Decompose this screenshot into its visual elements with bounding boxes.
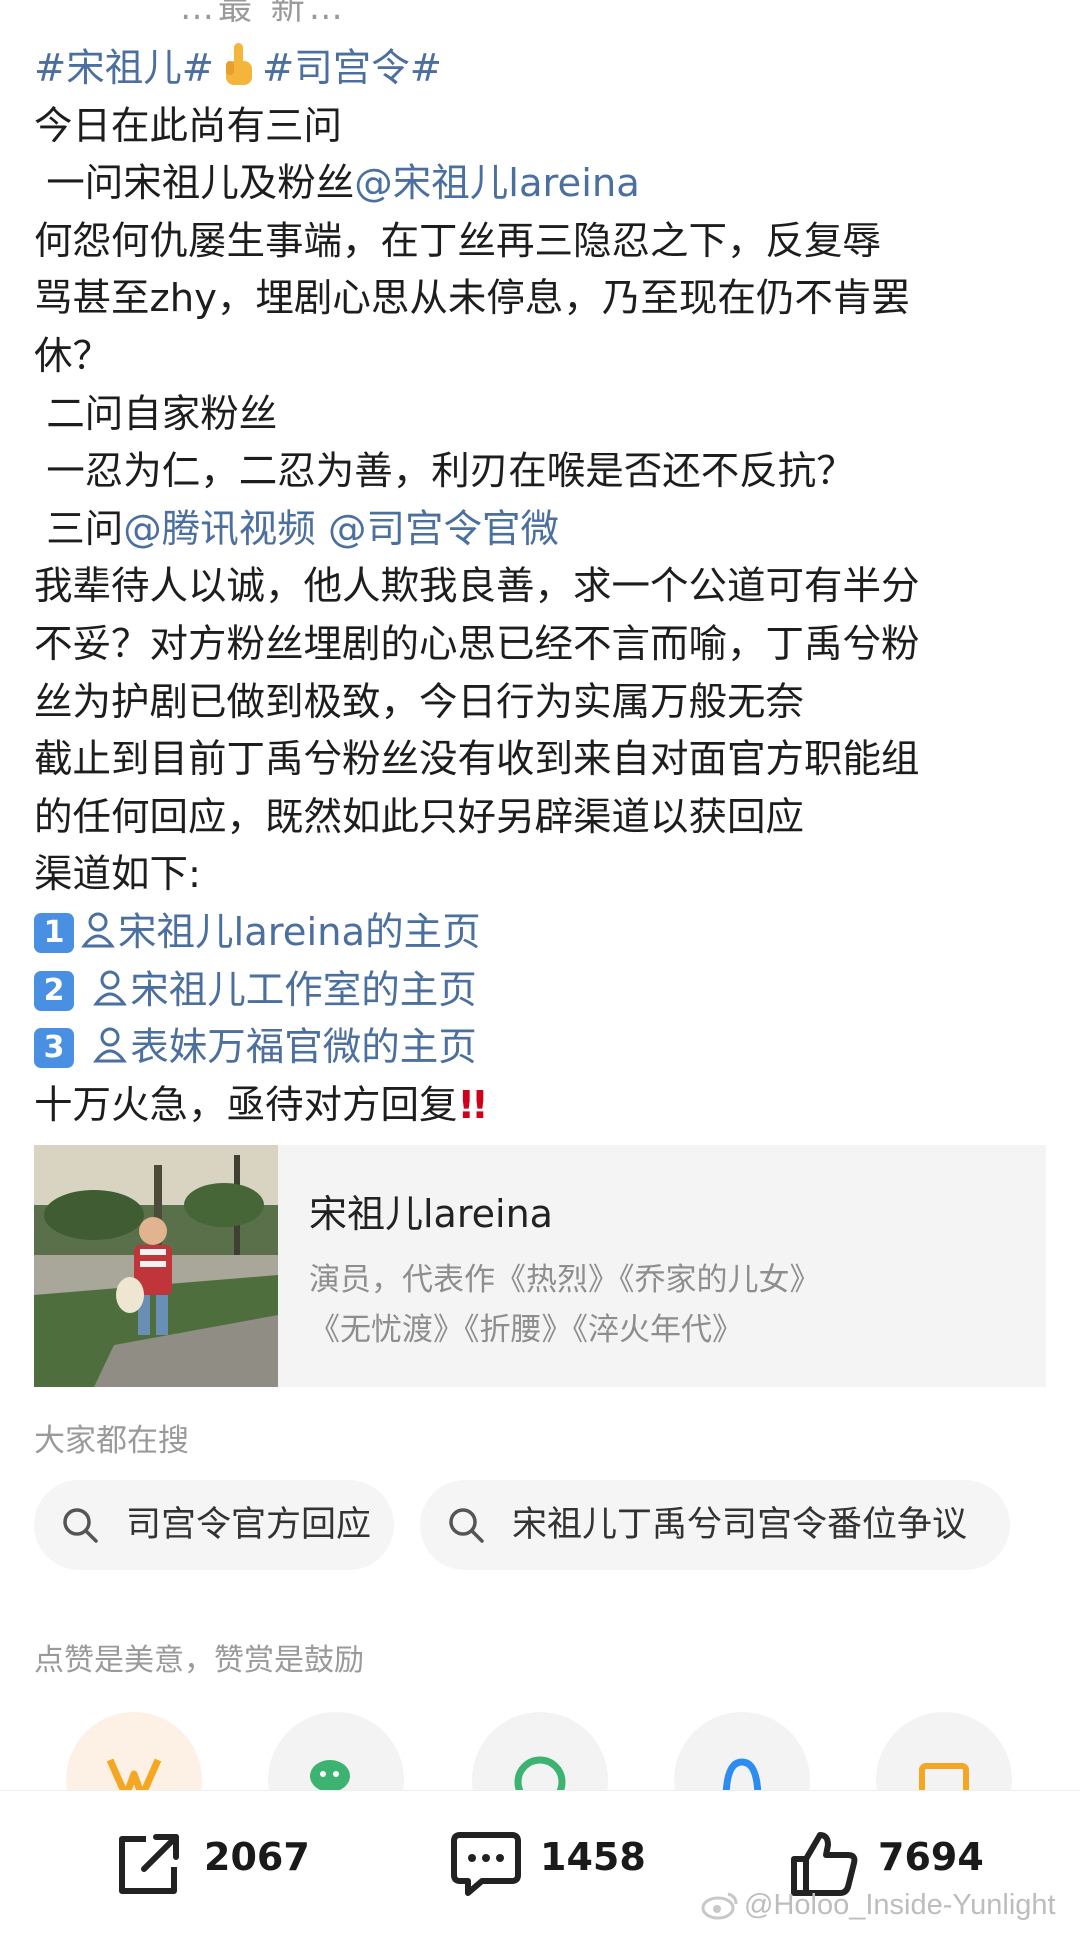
mention-sigongling[interactable]: @司宫令官微 <box>328 507 559 552</box>
search-chip-2[interactable]: 宋祖儿丁禹兮司宫令番位争议 <box>420 1480 1010 1570</box>
post-line: 一忍为仁，二忍为善，利刃在喉是否还不反抗？ <box>34 449 855 495</box>
number-badge: 2 <box>34 970 74 1011</box>
post-line: 截止到目前丁禹兮粉丝没有收到来自对面官方职能组 <box>34 737 920 783</box>
hashtag-sigongling[interactable]: #司宫令# <box>262 46 442 91</box>
post-line: 何怨何仇屡生事端，在丁丝再三隐忍之下，反复辱 <box>34 218 882 264</box>
watermark: @Holoo_Inside-Yunlight <box>700 1888 1056 1922</box>
post-line: 我辈待人以诚，他人欺我良善，求一个公道可有半分 <box>34 564 920 610</box>
profile-name: 宋祖儿lareina <box>309 1192 553 1236</box>
like-count: 7694 <box>878 1835 984 1879</box>
hashtag-song[interactable]: #宋祖儿# <box>34 46 214 91</box>
number-badge: 1 <box>34 912 74 953</box>
weibo-logo-icon <box>701 1892 738 1920</box>
double-exclamation-icon: !! <box>457 1082 489 1128</box>
closing-line: 十万火急，亟待对方回复!! <box>34 1082 489 1128</box>
post-body: #宋祖儿# #司宫令# 今日在此尚有三问 一问宋祖儿及粉丝@宋祖儿lareina … <box>34 40 1054 1134</box>
person-icon <box>93 1027 128 1063</box>
person-icon <box>81 912 115 948</box>
post-line: 今日在此尚有三问 <box>34 103 343 149</box>
comment-count: 1458 <box>540 1835 646 1879</box>
post-line: 休？ <box>34 333 112 379</box>
pointing-finger-icon <box>226 43 253 85</box>
profile-photo <box>34 1145 278 1387</box>
top-fragment: …最 新… <box>180 0 347 28</box>
person-icon <box>93 970 128 1005</box>
post-line: 骂甚至zhy，埋剧心思从未停息，乃至现在仍不肯罢 <box>34 276 910 322</box>
search-chip-1[interactable]: 司宫令官方回应 <box>34 1480 394 1570</box>
channel-link-2[interactable]: 2 宋祖儿工作室的主页 <box>34 962 1054 1020</box>
channels-label: 渠道如下: <box>34 852 201 898</box>
comment-icon <box>451 1832 521 1896</box>
search-icon <box>449 1508 484 1543</box>
post-line: 不妥？对方粉丝埋剧的心思已经不言而喻，丁禹兮粉 <box>34 621 920 667</box>
channel-link-3[interactable]: 3 表妹万福官微的主页 <box>34 1019 1054 1077</box>
trending-search-label: 大家都在搜 <box>34 1423 189 1459</box>
question-three: 三问@腾讯视频 @司宫令官微 <box>34 506 560 552</box>
share-icon <box>119 1834 179 1894</box>
post-line: 的任何回应，既然如此只好另辟渠道以获回应 <box>34 794 805 840</box>
question-one: 一问宋祖儿及粉丝@宋祖儿lareina <box>34 161 640 207</box>
mention-song[interactable]: @宋祖儿lareina <box>354 161 640 206</box>
profile-card[interactable]: 宋祖儿lareina 演员，代表作《热烈》《乔家的儿女》 《无忧渡》《折腰》《淬… <box>34 1145 1046 1387</box>
mention-tencent-video[interactable]: @腾讯视频 <box>123 507 316 552</box>
post-line: 丝为护剧已做到极致，今日行为实属万般无奈 <box>34 679 805 725</box>
photo-illustration <box>34 1145 278 1387</box>
number-badge: 3 <box>34 1028 74 1069</box>
share-count: 2067 <box>204 1835 310 1879</box>
channel-link-1[interactable]: 1 宋祖儿lareina的主页 <box>34 904 1054 962</box>
hashtag-line: #宋祖儿# #司宫令# <box>34 40 1054 98</box>
profile-description: 演员，代表作《热烈》《乔家的儿女》 《无忧渡》《折腰》《淬火年代》 <box>309 1262 821 1348</box>
search-icon <box>63 1508 98 1543</box>
reward-label: 点赞是美意，赞赏是鼓励 <box>34 1643 364 1678</box>
question-two: 二问自家粉丝 <box>34 391 278 437</box>
